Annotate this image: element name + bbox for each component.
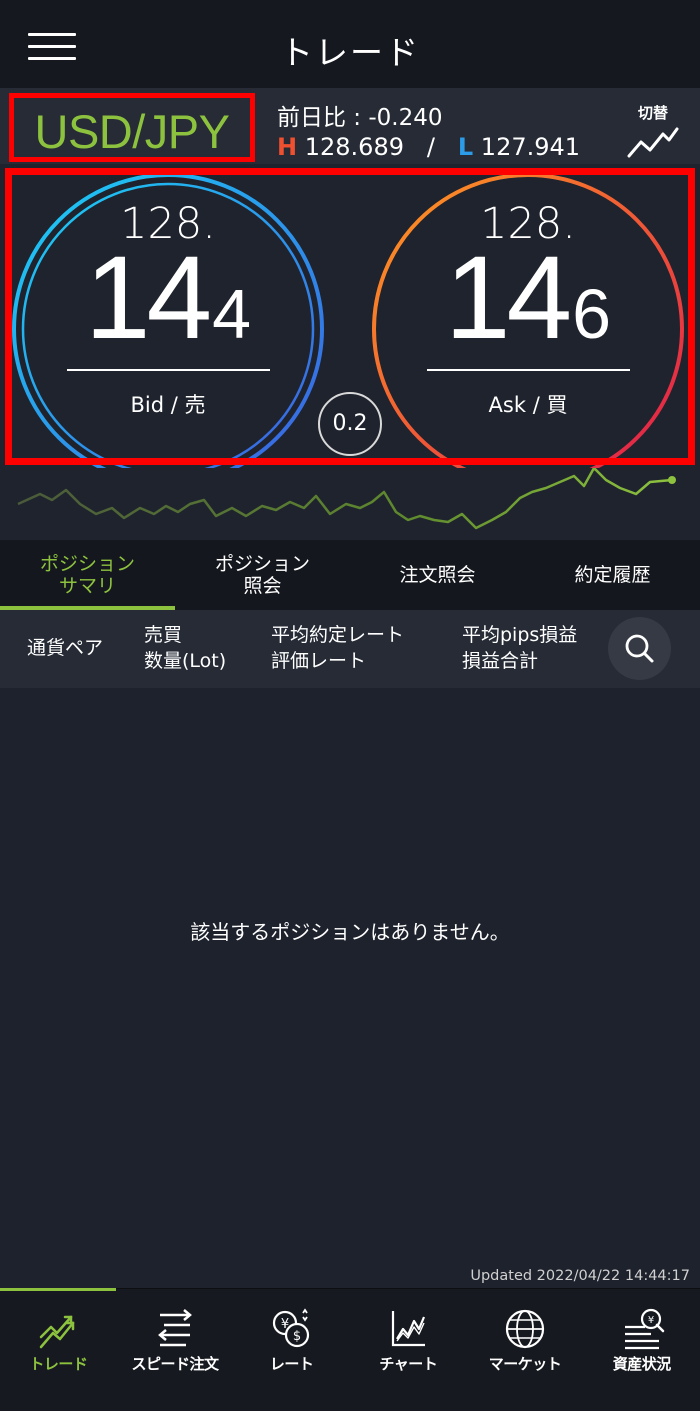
low-letter: L [457,133,474,161]
assets-icon: ¥ [624,1308,664,1350]
bid-button[interactable]: 128. 144 Bid / 売 [10,171,326,487]
bid-label: Bid / 売 [130,393,206,417]
empty-positions-message: 該当するポジションはありません。 [190,920,510,944]
market-icon [505,1309,545,1349]
nav-label: レート [269,1355,314,1373]
daily-change-value: -0.240 [368,105,443,131]
nav-label: マーケット [488,1355,562,1373]
high-low-separator: / [426,133,435,161]
ask-button[interactable]: 128. 146 Ask / 買 [370,171,686,487]
chart-icon [392,1311,426,1347]
currency-pair-selector[interactable]: USD/JPY [9,93,255,162]
daily-change-label: 前日比 [277,105,346,131]
svg-text:¥: ¥ [648,1315,654,1326]
col-pl-total: 損益合計 [462,650,539,672]
position-tabs: ポジション サマリ ポジション 照会 注文照会 約定履歴 [0,540,700,610]
position-column-header: 通貨ペア 売買 数量(Lot) 平均約定レート 評価レート 平均pips損益 損… [0,610,700,688]
col-eval-rate: 評価レート [271,650,367,672]
search-button[interactable] [608,617,671,680]
tab-order-inquiry[interactable]: 注文照会 [350,540,525,610]
price-panel: 128. 144 Bid / 売 128. 146 Ask / 買 0.2 [0,164,700,485]
col-rates: 平均約定レート 評価レート [271,622,404,674]
tab-position-summary[interactable]: ポジション サマリ [0,540,175,610]
nav-rate[interactable]: ¥ $ レート [233,1289,350,1411]
toggle-label: 切替 [637,104,668,122]
spread-badge: 0.2 [318,392,382,456]
high-value: 128.689 [304,133,404,161]
nav-trade[interactable]: トレード [0,1289,117,1411]
bid-price-main: 144 [10,233,326,363]
nav-market[interactable]: マーケット [467,1289,584,1411]
daily-change: 前日比 : -0.240 [277,105,443,131]
low-value: 127.941 [480,133,581,161]
col-qty: 数量(Lot) [144,650,227,672]
nav-assets[interactable]: ¥ 資産状況 [583,1289,700,1411]
col-pl: 平均pips損益 損益合計 [462,622,577,674]
ask-label: Ask / 買 [488,393,568,417]
col-side: 売買 [144,624,183,646]
nav-label: スピード注文 [131,1355,220,1373]
svg-text:$: $ [293,1329,301,1344]
rate-icon: ¥ $ [272,1308,309,1348]
currency-pair-label: USD/JPY [34,105,231,158]
bid-pip: 4 [212,275,252,353]
tab-execution-history[interactable]: 約定履歴 [525,540,700,610]
high-letter: H [277,133,298,161]
quote-bar: USD/JPY 前日比 : -0.240 H 128.689 / L 127.9… [0,88,700,164]
col-currency-pair: 通貨ペア [27,637,104,659]
nav-chart[interactable]: チャート [350,1289,467,1411]
nav-label: チャート [379,1355,438,1373]
nav-label: トレード [29,1355,88,1373]
tab-position-inquiry[interactable]: ポジション 照会 [175,540,350,610]
speed-order-icon [158,1309,192,1347]
col-side-qty: 売買 数量(Lot) [144,622,226,674]
ask-price-main: 146 [370,233,686,363]
chart-toggle-button[interactable]: 切替 [620,102,686,162]
high-low: H 128.689 / L 127.941 [277,133,580,161]
trend-line-icon [627,127,679,158]
bid-divider [67,369,270,371]
ask-divider [427,369,630,371]
updated-timestamp: Updated 2022/04/22 14:44:17 [470,1268,690,1284]
nav-label: 資産状況 [612,1355,672,1373]
bid-big-figure: 14 [84,232,212,364]
page-title: トレード [280,33,420,72]
trade-icon [40,1315,75,1349]
app-header: トレード [0,0,700,88]
bottom-navigation: トレード スピード注文 ¥ $ レート チャート マーケット ¥ 資産状況 [0,1288,700,1411]
col-avg-rate: 平均約定レート [271,624,405,646]
col-avg-pips: 平均pips損益 [462,624,578,646]
price-sparkline [0,468,700,540]
search-icon [625,634,654,663]
nav-speed-order[interactable]: スピード注文 [117,1289,234,1411]
ask-big-figure: 14 [444,232,572,364]
ask-pip: 6 [572,275,612,353]
